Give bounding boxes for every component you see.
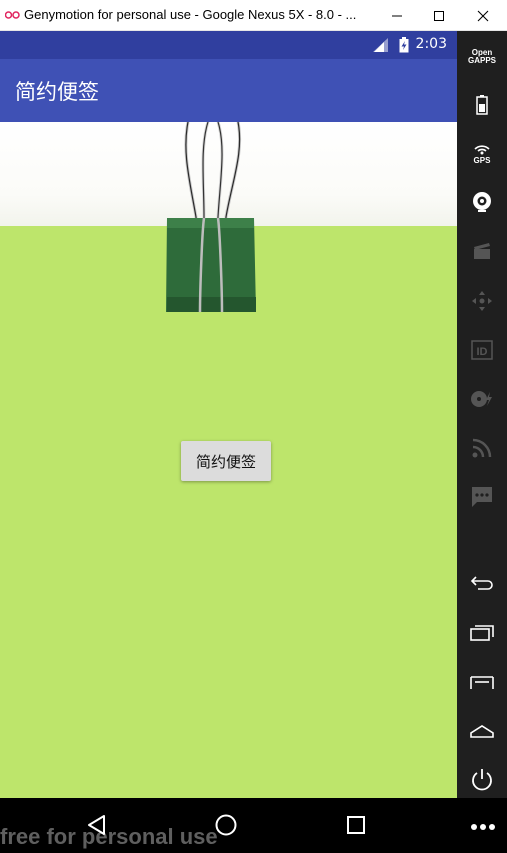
disk-io-icon xyxy=(471,391,492,407)
opengapps-button[interactable]: Open GAPPS xyxy=(457,37,507,77)
webcam-icon xyxy=(473,192,491,212)
screencast-button[interactable] xyxy=(457,231,507,271)
id-button[interactable]: ID xyxy=(457,330,507,370)
status-time: 2:03 xyxy=(415,36,447,52)
nav-back-button[interactable] xyxy=(82,810,112,840)
toolbar-menu-button[interactable] xyxy=(457,663,507,703)
window-title: Genymotion for personal use - Google Nex… xyxy=(24,7,357,22)
toolbar-home-button[interactable] xyxy=(457,711,507,751)
battery-tool-button[interactable] xyxy=(457,85,507,125)
power-icon xyxy=(472,769,492,791)
maximize-icon xyxy=(434,10,444,21)
minimize-icon xyxy=(392,15,402,16)
sms-button[interactable] xyxy=(457,477,507,517)
disk-io-button[interactable] xyxy=(457,379,507,419)
battery-icon xyxy=(399,37,409,53)
nav-recent-button[interactable] xyxy=(341,810,371,840)
gps-icon: GPS xyxy=(474,145,492,164)
phone-screen: 2:03 简约便签 简约便签 xyxy=(0,31,457,798)
dpad-icon xyxy=(472,291,492,311)
genymotion-toolbar: Open GAPPS GPS ID xyxy=(457,31,507,798)
note-button[interactable]: 简约便签 xyxy=(181,441,271,481)
home-circle-icon xyxy=(215,814,237,836)
close-icon xyxy=(477,10,489,21)
gps-label: GPS xyxy=(474,156,492,164)
binder-clip-icon xyxy=(166,122,256,313)
network-button[interactable] xyxy=(457,428,507,468)
screencast-icon xyxy=(474,243,490,259)
signal-icon xyxy=(373,38,388,52)
window-titlebar: Genymotion for personal use - Google Nex… xyxy=(0,0,507,31)
back-triangle-icon xyxy=(88,815,105,835)
note-paper: 简约便签 xyxy=(0,122,457,798)
toolbar-power-button[interactable] xyxy=(457,760,507,800)
app-title: 简约便签 xyxy=(15,80,99,104)
status-bar: 2:03 xyxy=(0,31,457,59)
back-icon xyxy=(470,576,493,590)
recent-icon xyxy=(470,625,494,641)
minimize-button[interactable] xyxy=(375,0,419,31)
opengapps-label-line2: GAPPS xyxy=(467,56,496,65)
id-icon: ID xyxy=(471,340,493,360)
network-icon xyxy=(472,438,492,458)
nav-home-button[interactable] xyxy=(211,810,241,840)
menu-icon xyxy=(470,676,494,689)
app-bar: 简约便签 xyxy=(0,59,457,122)
dpad-button[interactable] xyxy=(457,281,507,321)
toolbar-back-button[interactable] xyxy=(457,563,507,603)
close-button[interactable] xyxy=(461,0,505,31)
home-icon xyxy=(470,725,494,738)
more-dots-icon[interactable] xyxy=(468,816,498,836)
sms-icon xyxy=(472,487,492,507)
gps-button[interactable]: GPS xyxy=(457,133,507,173)
recent-apps-icon xyxy=(347,816,365,834)
maximize-button[interactable] xyxy=(417,0,461,31)
battery-tool-icon xyxy=(476,95,488,115)
toolbar-recent-button[interactable] xyxy=(457,613,507,653)
navigation-bar: free for personal use xyxy=(0,798,507,853)
genymotion-logo-icon xyxy=(5,11,20,19)
id-label: ID xyxy=(477,346,488,358)
webcam-button[interactable] xyxy=(457,182,507,222)
